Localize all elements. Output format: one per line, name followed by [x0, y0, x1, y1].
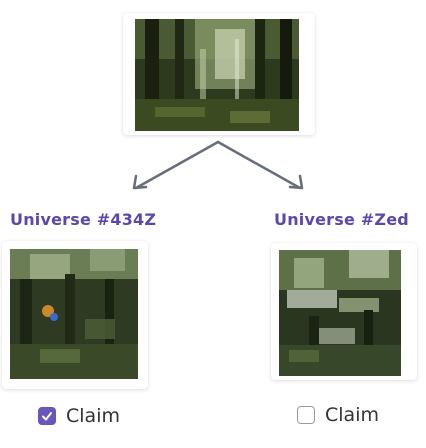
checkmark-icon	[42, 412, 52, 421]
claim-option-left[interactable]: Claim	[38, 405, 120, 427]
origin-forest-image	[135, 19, 299, 131]
branch-connector	[132, 140, 304, 190]
universe-title-right: Universe #Zed	[274, 210, 409, 229]
universe-image-card-left	[2, 241, 148, 389]
origin-image-card	[123, 13, 315, 135]
universe-forest-image-left	[10, 249, 138, 379]
claim-label-left: Claim	[66, 405, 120, 427]
claim-checkbox-right[interactable]	[297, 406, 315, 424]
claim-checkbox-left[interactable]	[38, 407, 56, 425]
claim-label-right: Claim	[325, 404, 379, 426]
universe-title-left: Universe #434Z	[10, 210, 157, 229]
universe-branch-view: Universe #434Z Universe #Zed Claim Claim	[0, 0, 426, 448]
universe-forest-image-right	[279, 250, 401, 376]
universe-image-card-right	[271, 243, 417, 380]
claim-option-right[interactable]: Claim	[297, 404, 379, 426]
